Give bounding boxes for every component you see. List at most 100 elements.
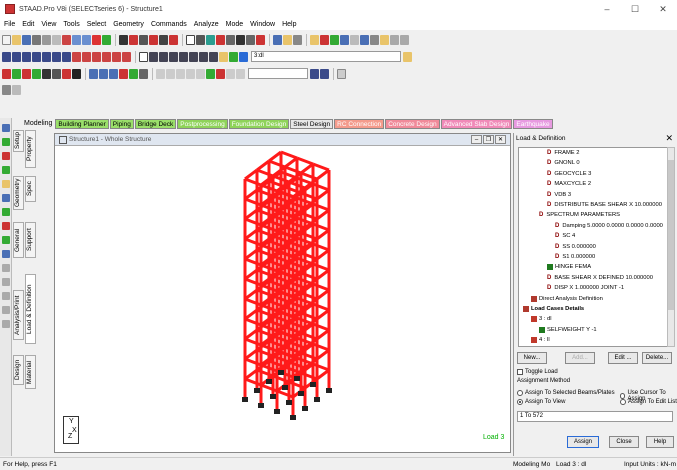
add-solid-icon[interactable] xyxy=(2,180,10,188)
beam-member[interactable] xyxy=(244,317,262,327)
beam-member[interactable] xyxy=(300,191,318,201)
rotate-icon[interactable] xyxy=(92,34,101,45)
beams-cursor-icon[interactable] xyxy=(12,68,21,79)
beam-member[interactable] xyxy=(244,277,262,287)
structure-3d-icon[interactable] xyxy=(239,51,248,62)
beam-icon[interactable] xyxy=(206,34,215,45)
beam-member[interactable] xyxy=(300,231,318,241)
geometry-tool-icon[interactable] xyxy=(2,194,10,202)
measure-icon[interactable] xyxy=(236,34,245,45)
beam-member[interactable] xyxy=(316,268,330,281)
assign-range-field[interactable]: 1 To 572 xyxy=(517,411,673,422)
menu-mode[interactable]: Mode xyxy=(226,21,244,28)
rotate-view-icon[interactable] xyxy=(340,34,349,45)
view-restore-button[interactable]: ❐ xyxy=(483,135,494,144)
arrow-tool-icon[interactable] xyxy=(102,34,111,45)
menu-window[interactable]: Window xyxy=(250,21,275,28)
radio-circle[interactable] xyxy=(620,399,626,405)
support-icon[interactable] xyxy=(290,415,296,420)
surfaces-cursor-icon[interactable] xyxy=(42,68,51,79)
beam-member[interactable] xyxy=(300,291,318,301)
beam-member[interactable] xyxy=(316,188,330,201)
view-minus-y-icon[interactable] xyxy=(32,51,41,62)
beam-member[interactable] xyxy=(272,374,290,384)
beam-member[interactable] xyxy=(312,362,330,372)
load-case-select[interactable]: 3:dl xyxy=(251,51,401,62)
beam-member[interactable] xyxy=(316,348,330,361)
open-folder-icon[interactable] xyxy=(12,34,21,45)
tab-material[interactable]: Material xyxy=(25,355,36,389)
translational-repeat-icon[interactable] xyxy=(129,68,138,79)
label-icon[interactable] xyxy=(246,34,255,45)
beam-member[interactable] xyxy=(244,357,262,367)
beam-member[interactable] xyxy=(316,308,330,321)
beam-member[interactable] xyxy=(244,197,262,207)
rotate-up-icon[interactable] xyxy=(72,51,81,62)
view-minimize-button[interactable]: – xyxy=(471,135,482,144)
beam-member[interactable] xyxy=(244,208,258,221)
menu-analyze[interactable]: Analyze xyxy=(194,21,219,28)
beam-member[interactable] xyxy=(300,251,318,261)
assign-button[interactable]: Assign xyxy=(567,436,599,448)
tab-rc-connection[interactable]: RC Connection xyxy=(334,118,385,129)
beam-member[interactable] xyxy=(300,331,318,341)
beam-member[interactable] xyxy=(244,177,262,187)
node-label-icon[interactable] xyxy=(89,68,98,79)
beam-member[interactable] xyxy=(316,208,330,221)
beam-member[interactable] xyxy=(312,282,330,292)
zoom-prev-icon[interactable] xyxy=(179,51,188,62)
geometry-cursor-icon[interactable] xyxy=(52,68,61,79)
beam-member[interactable] xyxy=(256,288,274,298)
beam-member[interactable] xyxy=(244,217,262,227)
beam-member[interactable] xyxy=(256,368,274,378)
view-minus-z-icon[interactable] xyxy=(52,51,61,62)
add-button[interactable]: Add... xyxy=(565,352,595,364)
beam-member[interactable] xyxy=(268,159,286,169)
support-icon[interactable] xyxy=(298,391,304,396)
beam-member[interactable] xyxy=(288,380,306,390)
undo-icon[interactable] xyxy=(72,34,81,45)
beam-member[interactable] xyxy=(300,271,318,281)
tab-concrete-design[interactable]: Concrete Design xyxy=(385,118,440,129)
report-tool-icon[interactable] xyxy=(2,292,10,300)
tab-earthquake[interactable]: Earthquake xyxy=(513,118,553,129)
zoom-out-icon[interactable] xyxy=(159,51,168,62)
tab-spec[interactable]: Spec xyxy=(25,176,36,202)
minimize-button[interactable]: – xyxy=(593,0,621,18)
close-button[interactable]: ✕ xyxy=(649,0,677,18)
tab-building-planner[interactable]: Building Planner xyxy=(55,118,109,129)
radio-assign-edit-list[interactable]: Assign To Edit List xyxy=(620,399,677,405)
panel-close-button[interactable]: Close xyxy=(609,436,639,448)
beam-member[interactable] xyxy=(256,268,274,278)
radio-circle[interactable] xyxy=(517,390,523,396)
beam-member[interactable] xyxy=(300,162,314,175)
render-icon[interactable] xyxy=(169,34,178,45)
move-icon[interactable] xyxy=(156,68,165,79)
scrollbar-thumb[interactable] xyxy=(668,160,674,310)
beam-member[interactable] xyxy=(256,168,274,178)
beam-member[interactable] xyxy=(312,242,330,252)
add-plate-icon[interactable] xyxy=(2,166,10,174)
load-tree[interactable]: D FRAME 2 D GNONL 0 D GEOCYCLE 3 D MAXCYCLE 2DV… xyxy=(518,147,668,347)
zoom-icon[interactable] xyxy=(320,34,329,45)
beam-member[interactable] xyxy=(316,328,330,341)
tree-item[interactable]: D VDB 3 xyxy=(547,192,571,198)
tree-item[interactable]: 3 : dl xyxy=(531,316,552,323)
output-icon[interactable] xyxy=(283,34,292,45)
beam-member[interactable] xyxy=(244,188,258,201)
plate-label-icon[interactable] xyxy=(109,68,118,79)
split-icon[interactable] xyxy=(196,68,205,79)
tab-geometry[interactable]: Geometry xyxy=(13,176,24,210)
ruler-icon[interactable] xyxy=(370,34,379,45)
redo-icon[interactable] xyxy=(82,34,91,45)
beam-label-icon[interactable] xyxy=(99,68,108,79)
spin-control-icon[interactable] xyxy=(337,68,346,79)
snap-node-beam-icon[interactable] xyxy=(2,138,10,146)
table-icon[interactable] xyxy=(380,34,389,45)
tree-scrollbar[interactable] xyxy=(667,147,675,347)
beam-member[interactable] xyxy=(244,337,262,347)
beam-member[interactable] xyxy=(260,383,278,393)
nodes-cursor-icon[interactable] xyxy=(2,68,11,79)
fit-icon[interactable] xyxy=(330,34,339,45)
beam-member[interactable] xyxy=(316,248,330,261)
